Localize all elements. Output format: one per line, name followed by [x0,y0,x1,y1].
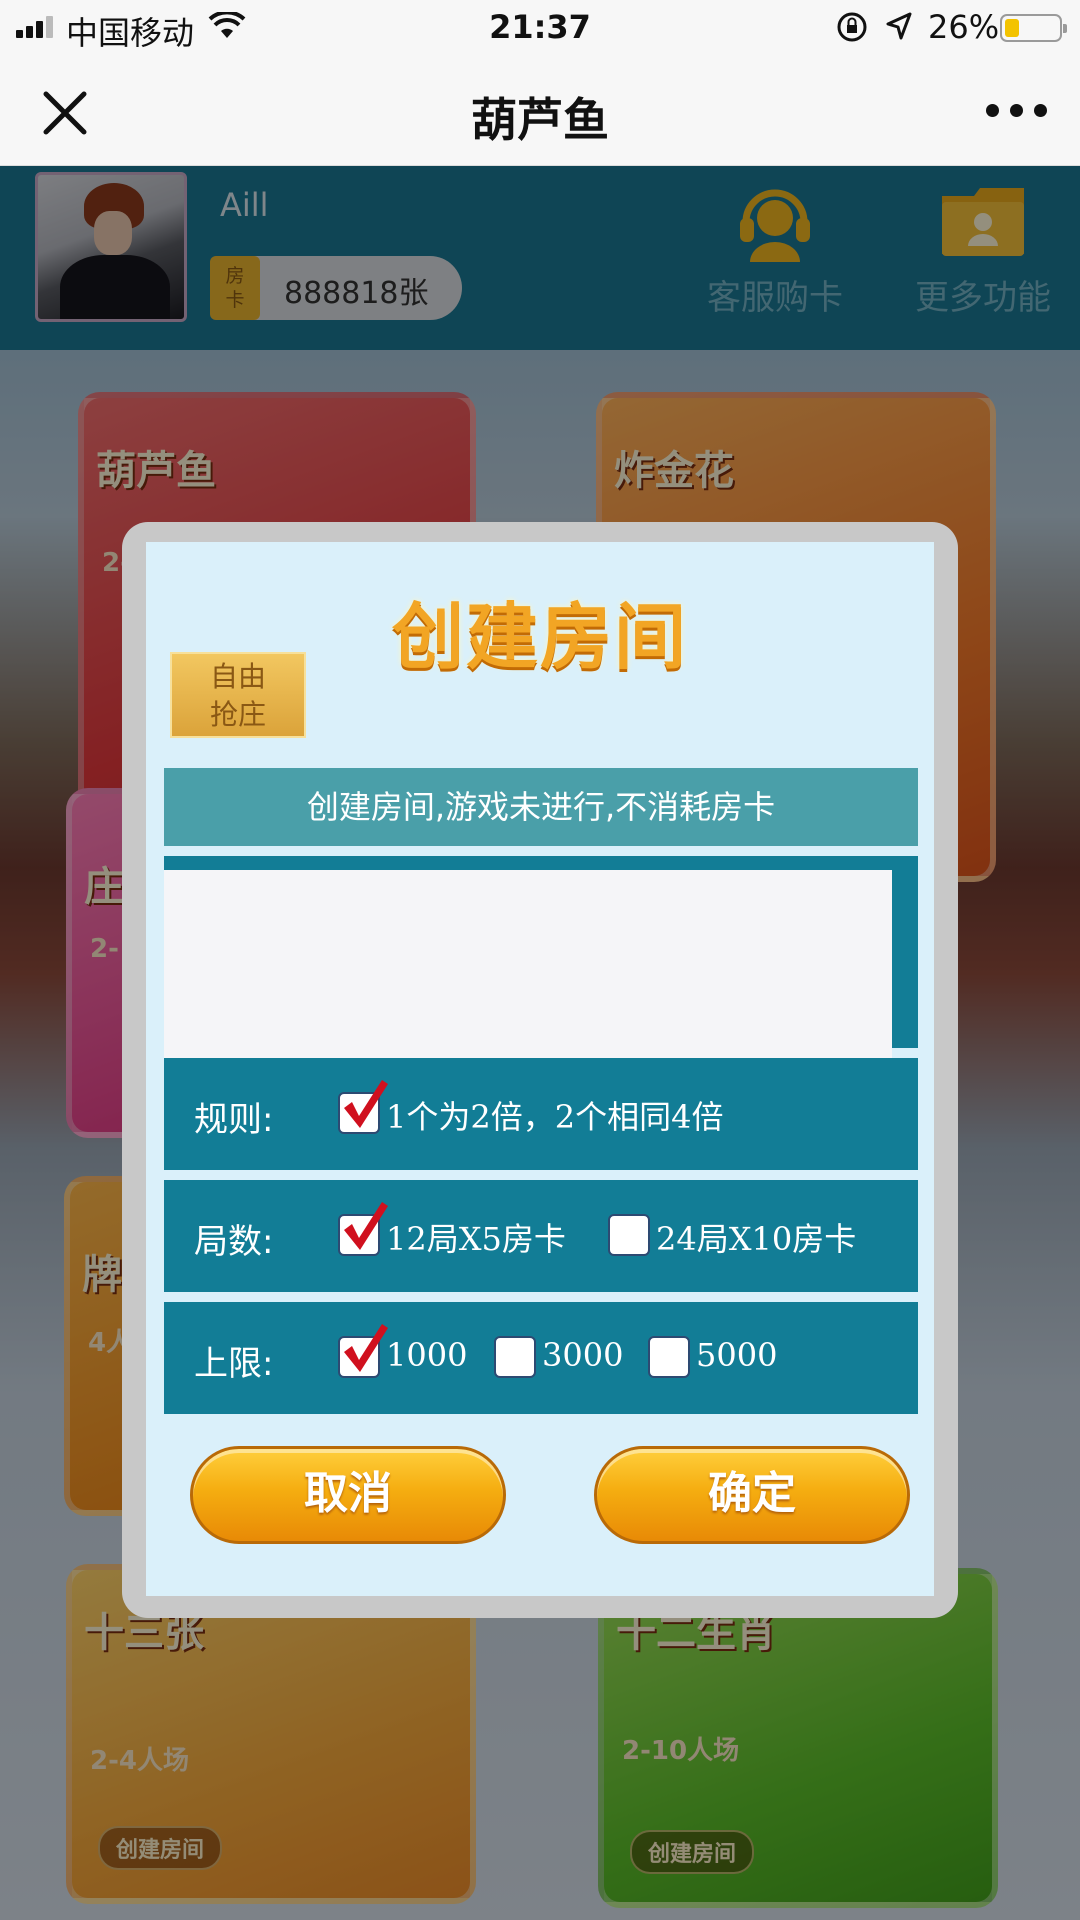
location-arrow-icon [886,12,912,40]
rounds-row: 局数: 12局X5房卡 24局X10房卡 [164,1180,918,1292]
battery-icon [1000,14,1067,42]
cancel-button[interactable]: 取消 [190,1446,506,1544]
rule-row: 规则: 1个为2倍，2个相同4倍 [164,1058,918,1170]
checkbox-box[interactable] [648,1336,690,1378]
rotation-lock-icon [837,12,867,42]
page-title: 葫芦鱼 [471,93,609,147]
row-label: 上限: [194,1344,274,1384]
limit-row: 上限: 1000 3000 5000 [164,1302,918,1414]
row-label: 局数: [194,1222,274,1262]
battery-percent: 26% [928,8,1000,46]
checkmark-icon [344,1202,388,1250]
option-label: 1个为2倍，2个相同4倍 [386,1098,724,1136]
mode-tab-line1: 自由 [209,660,266,693]
more-dots-icon[interactable] [986,104,1048,118]
clock: 21:37 [489,8,591,46]
status-bar: 中国移动 21:37 26% [0,0,1080,54]
option-label: 1000 [386,1336,468,1374]
checkmark-icon [344,1080,388,1128]
option-label: 24局X10房卡 [656,1220,857,1258]
option-label: 12局X5房卡 [386,1220,566,1258]
confirm-button[interactable]: 确定 [594,1446,910,1544]
checkbox-box[interactable] [608,1214,650,1256]
option-label: 5000 [696,1336,778,1374]
mode-tab-free-banker[interactable]: 自由 抢庄 [170,652,306,738]
row-label: 规则: [194,1100,274,1140]
battery-level-fill [1005,19,1019,37]
option-label: 3000 [542,1336,624,1374]
create-room-dialog-body: 创建房间 自由 抢庄 创建房间,游戏未进行,不消耗房卡 规则: 1个为2倍，2个… [146,542,934,1596]
description-panel [164,856,918,1068]
mode-tab-line2: 抢庄 [209,698,266,731]
create-room-dialog: 创建房间 自由 抢庄 创建房间,游戏未进行,不消耗房卡 规则: 1个为2倍，2个… [122,522,958,1618]
checkmark-icon [344,1324,388,1372]
checkbox-box[interactable] [494,1336,536,1378]
nav-bar: 葫芦鱼 [0,54,1080,166]
notice-banner: 创建房间,游戏未进行,不消耗房卡 [164,768,918,846]
description-area [164,870,892,1068]
